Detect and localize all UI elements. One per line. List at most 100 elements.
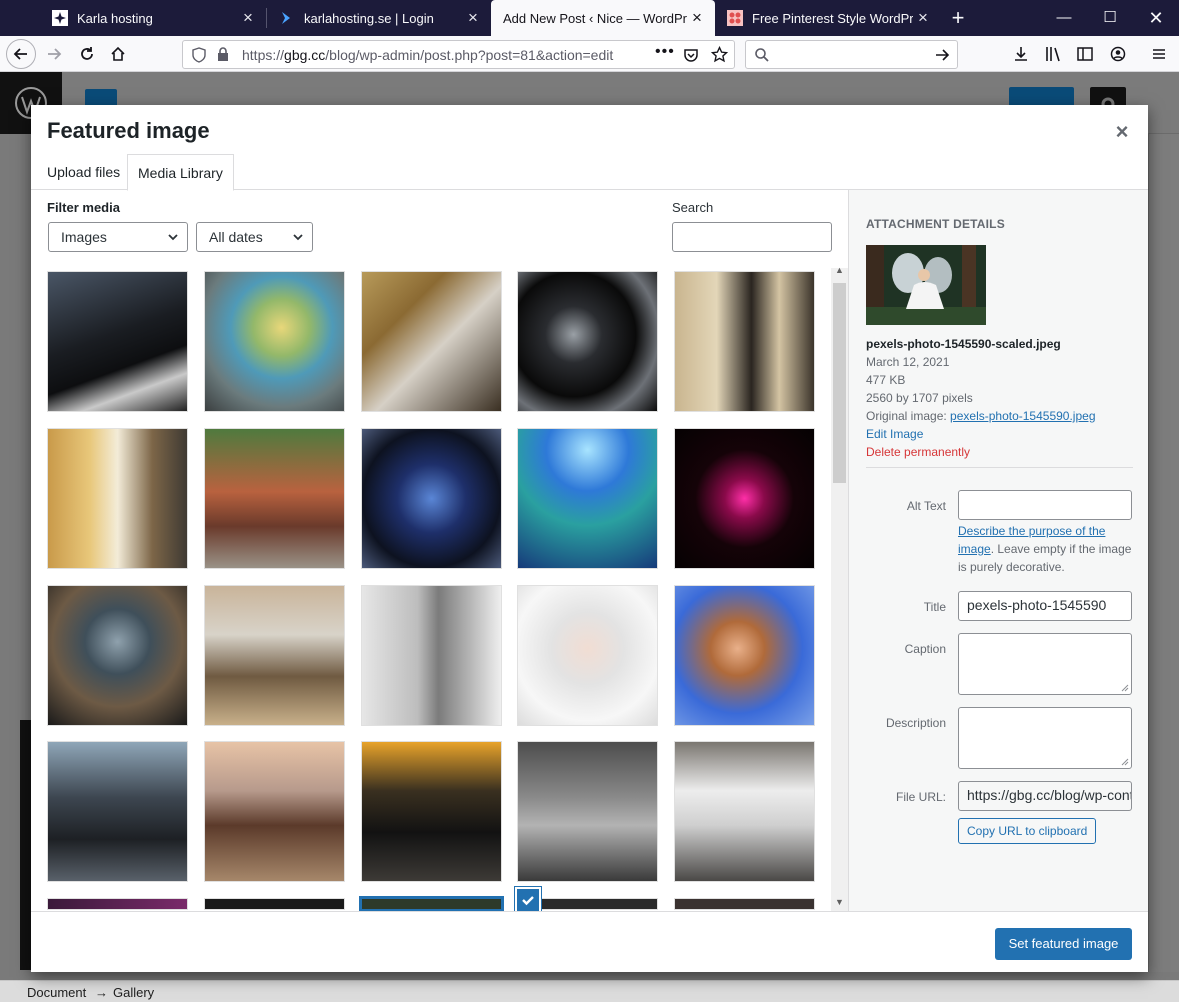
window-close-icon[interactable]: ✕ — [1133, 0, 1179, 36]
media-toolbar: Filter media Images All dates Search — [31, 190, 848, 268]
search-go-arrow-icon[interactable] — [934, 47, 950, 63]
delete-permanently-link[interactable]: Delete permanently — [866, 445, 970, 459]
attachment-thumbnail[interactable] — [517, 271, 658, 412]
sidebar-toggle-icon[interactable] — [1077, 46, 1093, 62]
tab-close-icon[interactable]: × — [463, 8, 483, 28]
edit-image-row: Edit Image — [866, 427, 923, 441]
tab-close-icon[interactable]: × — [913, 8, 933, 28]
scroll-up-arrow-icon[interactable]: ▲ — [835, 265, 844, 275]
edit-image-link[interactable]: Edit Image — [866, 427, 923, 441]
description-textarea[interactable] — [958, 707, 1132, 769]
chevron-down-icon — [293, 234, 303, 241]
breadcrumb-gallery[interactable]: Gallery — [113, 985, 154, 1000]
url-bar[interactable]: https://gbg.cc/blog/wp-admin/post.php?po… — [182, 40, 735, 69]
attachments-grid — [31, 268, 831, 911]
attachment-details-panel: ATTACHMENT DETAILS pexels-photo-1545590-… — [848, 190, 1148, 911]
copy-url-button[interactable]: Copy URL to clipboard — [958, 818, 1097, 844]
alt-text-input[interactable] — [958, 490, 1132, 520]
resize-grip-icon[interactable] — [1121, 758, 1129, 766]
karla-favicon-icon — [52, 10, 68, 26]
breadcrumb-document[interactable]: Document — [27, 985, 86, 1000]
reload-icon[interactable] — [73, 40, 101, 68]
modal-title: Featured image — [47, 118, 210, 143]
attachment-details-heading: ATTACHMENT DETAILS — [866, 217, 1005, 231]
attachment-thumbnail[interactable] — [674, 741, 815, 882]
lock-icon[interactable] — [217, 47, 229, 62]
media-date-filter[interactable]: All dates — [196, 222, 313, 252]
attachment-thumbnail[interactable] — [361, 741, 502, 882]
maximize-icon[interactable]: ☐ — [1087, 0, 1133, 36]
attachment-thumbnail-selected[interactable] — [359, 896, 504, 911]
downloads-icon[interactable] — [1013, 46, 1029, 62]
attachment-filename: pexels-photo-1545590-scaled.jpeg — [866, 337, 1061, 351]
attachment-thumbnail[interactable] — [674, 428, 815, 569]
attachment-thumbnail[interactable] — [674, 585, 815, 726]
pocket-icon[interactable] — [683, 47, 699, 63]
file-url-label: File URL: — [895, 790, 946, 804]
media-router-tabs: Upload files Media Library — [31, 154, 1148, 191]
media-type-filter[interactable]: Images — [48, 222, 188, 252]
bookmark-star-icon[interactable] — [711, 46, 728, 63]
tab-close-icon[interactable]: × — [687, 8, 707, 28]
modal-close-icon[interactable]: × — [1109, 119, 1135, 145]
modal-footer: Set featured image — [31, 911, 1148, 972]
browser-tab-add-new-post[interactable]: Add New Post ‹ Nice — WordPress × — [491, 0, 715, 36]
title-input[interactable]: pexels-photo-1545590 — [958, 591, 1132, 621]
attachment-thumbnail[interactable] — [204, 271, 345, 412]
caption-label: Caption — [904, 642, 946, 656]
tab-upload-files[interactable]: Upload files — [37, 154, 130, 190]
attachment-thumbnail[interactable] — [47, 428, 188, 569]
original-image-label: Original image: — [866, 409, 947, 423]
filter-media-label: Filter media — [47, 200, 120, 215]
chevron-favicon-icon — [282, 12, 290, 24]
file-url-input[interactable]: https://gbg.cc/blog/wp-content/uploads/2… — [958, 781, 1132, 811]
browser-tab-login[interactable]: karlahosting.se | Login × — [267, 0, 491, 36]
browser-tab-pinterest[interactable]: Free Pinterest Style WordPress T × — [715, 0, 941, 36]
attachment-thumbnail[interactable] — [47, 898, 188, 910]
attachment-thumbnail[interactable] — [674, 898, 815, 910]
description-label: Description — [885, 716, 946, 730]
attachment-thumbnail[interactable] — [47, 741, 188, 882]
media-search-input[interactable] — [672, 222, 832, 252]
tab-title: Add New Post ‹ Nice — WordPress — [503, 10, 687, 26]
tab-close-icon[interactable]: × — [238, 8, 258, 28]
attachment-thumbnail[interactable] — [517, 585, 658, 726]
attachment-thumbnail[interactable] — [517, 428, 658, 569]
attachment-thumbnail[interactable] — [361, 271, 502, 412]
attachment-date: March 12, 2021 — [866, 355, 950, 369]
caption-textarea[interactable] — [958, 633, 1132, 695]
attachment-thumbnail[interactable] — [47, 585, 188, 726]
browser-tab-karla-hosting[interactable]: Karla hosting × — [40, 0, 266, 36]
attachment-thumbnail[interactable] — [204, 428, 345, 569]
new-tab-plus-icon[interactable]: + — [946, 4, 970, 32]
media-date-value: All dates — [209, 229, 263, 245]
tab-title: Karla hosting — [77, 10, 153, 26]
attachment-thumbnail[interactable] — [204, 898, 345, 910]
tab-media-library[interactable]: Media Library — [127, 154, 234, 191]
resize-grip-icon[interactable] — [1121, 684, 1129, 692]
attachment-thumbnail[interactable] — [47, 271, 188, 412]
title-label: Title — [923, 600, 946, 614]
minimize-icon[interactable]: — — [1041, 0, 1087, 36]
attachment-thumbnail[interactable] — [204, 585, 345, 726]
original-image-link[interactable]: pexels-photo-1545590.jpeg — [950, 409, 1095, 423]
attachment-thumbnail[interactable] — [361, 428, 502, 569]
page-actions-dots-icon[interactable]: ••• — [655, 43, 675, 61]
account-icon[interactable] — [1110, 46, 1126, 62]
browser-search-bar[interactable] — [745, 40, 958, 69]
tab-title: Free Pinterest Style WordPress T — [752, 10, 913, 26]
hamburger-menu-icon[interactable] — [1151, 46, 1167, 62]
forward-arrow-icon[interactable] — [40, 40, 68, 68]
attachment-thumbnail[interactable] — [674, 271, 815, 412]
shield-icon[interactable] — [192, 47, 206, 63]
selected-checkmark-icon[interactable] — [515, 887, 541, 913]
attachment-thumbnail[interactable] — [517, 741, 658, 882]
home-icon[interactable] — [104, 40, 132, 68]
library-icon[interactable] — [1045, 46, 1063, 62]
grid-scrollbar-thumb[interactable] — [833, 283, 846, 483]
scroll-down-arrow-icon[interactable]: ▼ — [835, 897, 844, 907]
attachment-thumbnail[interactable] — [361, 585, 502, 726]
set-featured-image-button[interactable]: Set featured image — [995, 928, 1132, 960]
attachment-thumbnail[interactable] — [204, 741, 345, 882]
back-arrow-icon[interactable] — [6, 39, 36, 69]
